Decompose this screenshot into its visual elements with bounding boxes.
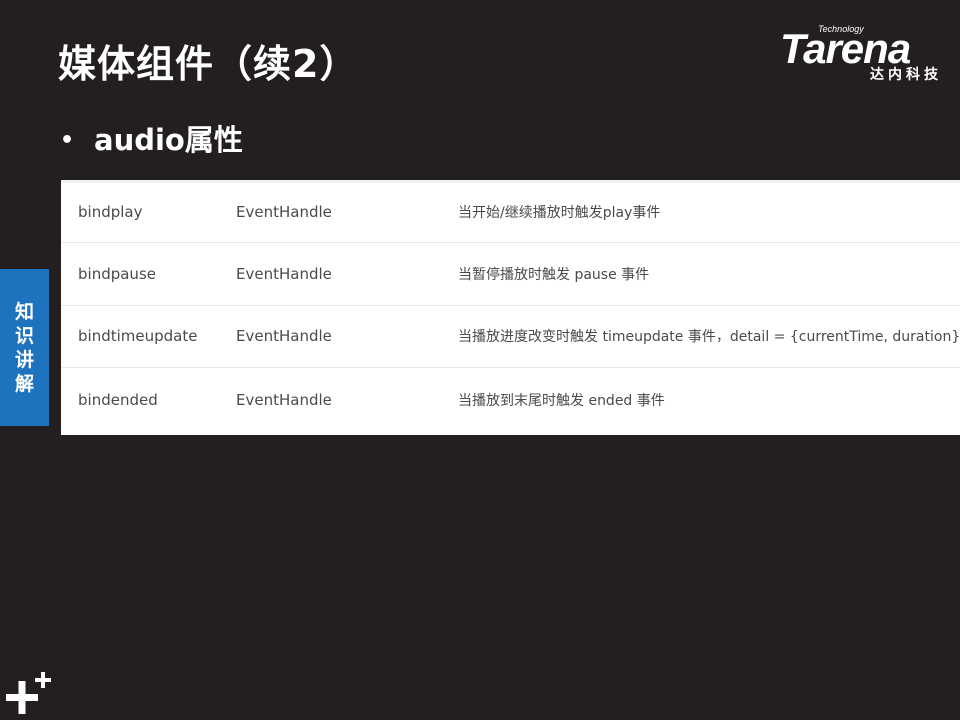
bullet-dot-icon: •: [60, 128, 75, 153]
attribute-description: 当播放到末尾时触发 ended 事件: [458, 392, 665, 409]
table-row: bindtimeupdate EventHandle 当播放进度改变时触发 ti…: [61, 306, 960, 369]
attribute-name: bindplay: [78, 203, 143, 222]
attribute-description: 当播放进度改变时触发 timeupdate 事件，detail = {curre…: [458, 329, 960, 346]
attribute-name: bindended: [78, 390, 158, 409]
table-row: bindplay EventHandle 当开始/继续播放时触发play事件: [61, 180, 960, 243]
logo-chinese: 达内科技: [870, 67, 942, 83]
attribute-type: EventHandle: [236, 327, 332, 346]
logo-tagline: Technology: [818, 24, 864, 34]
side-tab[interactable]: 知识讲解: [0, 269, 49, 426]
plus-mark-icon: [6, 672, 51, 714]
attribute-name: bindtimeupdate: [78, 327, 198, 346]
attribute-type: EventHandle: [236, 390, 332, 409]
bullet-item: • audio属性: [60, 118, 243, 163]
bullet-text: audio属性: [94, 123, 243, 157]
attribute-table: bindplay EventHandle 当开始/继续播放时触发play事件 b…: [61, 180, 960, 435]
attribute-description: 当暂停播放时触发 pause 事件: [458, 266, 650, 283]
attribute-description: 当开始/继续播放时触发play事件: [458, 205, 661, 222]
table-row: bindended EventHandle 当播放到末尾时触发 ended 事件: [61, 368, 960, 431]
side-tab-label: 知识讲解: [14, 300, 34, 395]
attribute-type: EventHandle: [236, 264, 332, 283]
slide-title: 媒体组件（续2）: [58, 42, 359, 86]
table-row: bindpause EventHandle 当暂停播放时触发 pause 事件: [61, 243, 960, 306]
attribute-type: EventHandle: [236, 203, 332, 222]
attribute-name: bindpause: [78, 264, 156, 283]
tarena-logo: Tarena Technology 达内科技: [780, 22, 948, 84]
